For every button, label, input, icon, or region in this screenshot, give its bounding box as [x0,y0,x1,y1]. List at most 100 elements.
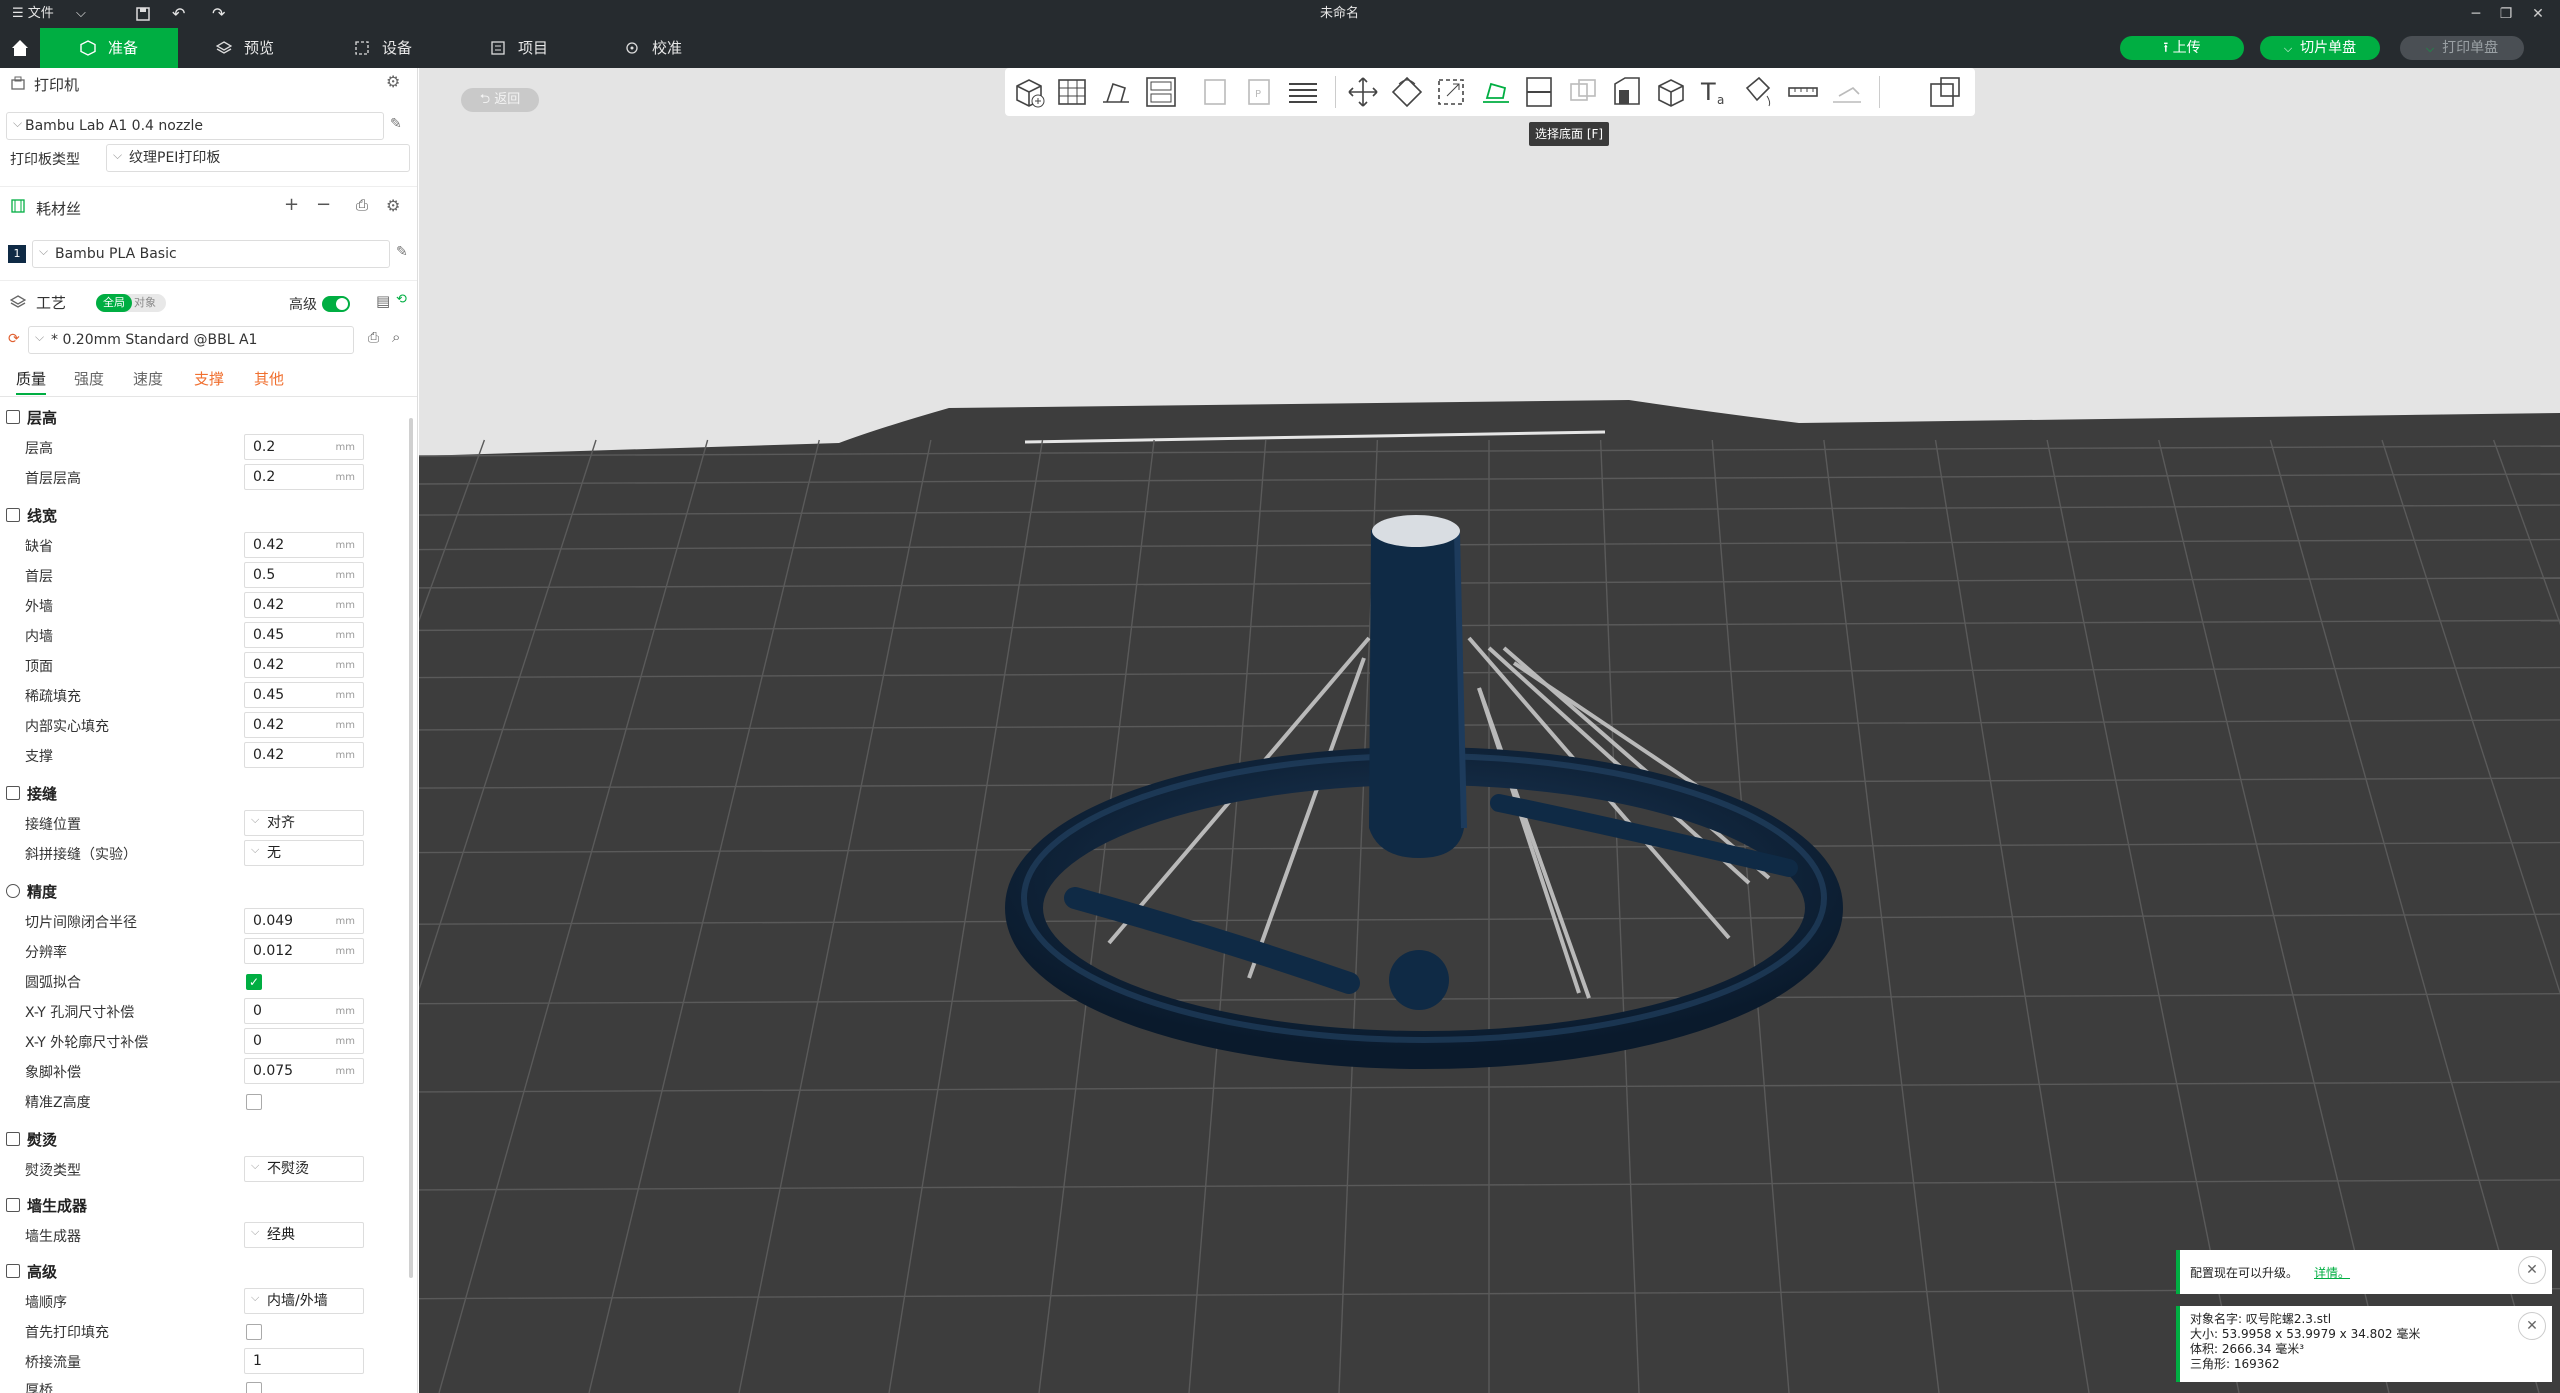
gear-icon[interactable]: ⚙ [386,196,400,215]
add-object-icon[interactable] [1011,74,1047,110]
printer-preset-select[interactable]: Bambu Lab A1 0.4 nozzle [6,110,384,140]
global-object-toggle[interactable]: 全局 对象 [96,294,166,312]
subtab-quality[interactable]: 质量 [16,368,47,395]
restore-icon[interactable]: ❐ [2496,4,2516,24]
slice-plate-button[interactable]: ⌵ 切片单盘 [2260,36,2380,60]
close-icon[interactable]: ✕ [2518,1256,2546,1284]
plate-type-select[interactable]: 纹理PEI打印板 [106,142,410,172]
subtab-strength[interactable]: 强度 [74,368,104,389]
subtab-speed[interactable]: 速度 [133,368,163,389]
lw-sparse-input[interactable]: 0.45 mm [244,682,364,708]
assembly-view-icon[interactable] [1927,74,1963,110]
filament-section-label: 耗材丝 [36,200,82,218]
cut-icon[interactable] [1521,74,1557,110]
scarf-seam-select[interactable]: 无 [244,838,364,866]
tab-prepare[interactable]: 准备 [40,28,178,68]
3d-viewport[interactable]: ⮌ 返回 选择底面 [F] [419,68,2560,1393]
tab-calibration[interactable]: 校准 [620,28,730,68]
setting-label: 桥接流量 [25,1355,81,1371]
elephant-foot-input[interactable]: 0.075 mm [244,1058,364,1084]
setting-xy-contour: X-Y 外轮廓尺寸补偿 0 mm [0,1026,410,1056]
remove-icon[interactable]: − [316,194,331,215]
split-parts-icon[interactable]: P [1241,74,1277,110]
arc-fitting-checkbox[interactable]: ✓ [246,974,262,990]
sync-icon[interactable]: ⎙ [356,196,368,214]
edit-icon[interactable]: ✎ [396,244,408,260]
xy-hole-input[interactable]: 0 mm [244,998,364,1024]
add-icon[interactable]: + [284,194,299,215]
upgrade-details-link[interactable]: 详情。 [2314,1264,2350,1281]
boolean-icon[interactable] [1565,74,1601,110]
filament-preset-select[interactable]: Bambu PLA Basic [32,238,390,268]
layer-height-input[interactable]: 0.2 mm [244,434,364,460]
lw-outer-input[interactable]: 0.42 mm [244,592,364,618]
minimize-icon[interactable]: ─ [2466,4,2486,24]
divider [0,396,417,397]
main-tab-bar: 准备 预览 设备 项目 校准 ⭱ 上传 ⌵ 切片单盘 ⌵ 打印单盘 [0,28,2560,68]
toggle-global[interactable]: 全局 [96,294,132,312]
gap-closing-input[interactable]: 0.049 mm [244,908,364,934]
gear-icon[interactable]: ⚙ [386,72,400,91]
sync-icon[interactable]: ⟲ [396,292,407,307]
assembly-icon[interactable] [1829,74,1865,110]
lw-first-input[interactable]: 0.5 mm [244,562,364,588]
process-preset-select[interactable]: * 0.20mm Standard @BBL A1 [28,324,354,354]
subtab-others[interactable]: 其他 [254,368,284,389]
bridge-flow-input[interactable]: 1 [244,1348,364,1374]
layer-editing-icon[interactable] [1285,74,1321,110]
lw-support-input[interactable]: 0.42 mm [244,742,364,768]
xy-contour-input[interactable]: 0 mm [244,1028,364,1054]
tab-prepare-label: 准备 [108,39,139,57]
toggle-object[interactable]: 对象 [134,294,156,312]
seam-paint-icon[interactable] [1653,74,1689,110]
ironing-type-select[interactable]: 不熨烫 [244,1154,364,1182]
search-icon[interactable]: ⌕ [392,328,400,346]
close-icon[interactable]: ✕ [2528,4,2548,24]
arrange-icon[interactable] [1143,74,1179,110]
close-icon[interactable]: ✕ [2518,1312,2546,1340]
infill-first-checkbox[interactable] [246,1324,262,1340]
file-menu[interactable]: ☰ 文件 ⌵ [12,0,86,28]
tab-device[interactable]: 设备 [346,28,456,68]
compare-icon[interactable]: ▤ [376,292,390,310]
lw-default-input[interactable]: 0.42 mm [244,532,364,558]
advanced-label: 高级 [289,297,317,313]
wall-order-select[interactable]: 内墙/外墙 [244,1286,364,1314]
scale-icon[interactable] [1433,74,1469,110]
undo-icon[interactable]: ↶ [172,0,185,28]
seam-icon [6,786,20,800]
move-icon[interactable] [1345,74,1381,110]
subtab-support[interactable]: 支撑 [194,368,224,389]
wall-generator-select[interactable]: 经典 [244,1220,364,1248]
first-layer-height-input[interactable]: 0.2 mm [244,464,364,490]
precise-z-checkbox[interactable] [246,1094,262,1110]
save-icon[interactable]: ⎙ [368,330,379,346]
add-plate-icon[interactable] [1055,74,1091,110]
advanced-switch[interactable] [322,296,350,312]
support-paint-icon[interactable] [1609,74,1645,110]
lw-top-input[interactable]: 0.42 mm [244,652,364,678]
lay-on-face-icon[interactable] [1477,74,1513,110]
tab-preview[interactable]: 预览 [210,28,320,68]
home-button[interactable] [0,28,40,68]
lw-solid-input[interactable]: 0.42 mm [244,712,364,738]
return-button[interactable]: ⮌ 返回 [461,88,539,112]
redo-icon[interactable]: ↷ [212,0,225,28]
reset-icon[interactable]: ⟳ [8,331,20,347]
edit-icon[interactable]: ✎ [390,116,402,132]
upload-button[interactable]: ⭱ 上传 [2120,36,2244,60]
filament-slot-badge[interactable]: 1 [8,245,26,263]
text-icon[interactable]: Ta [1697,74,1733,110]
tab-project[interactable]: 项目 [486,28,596,68]
measure-icon[interactable] [1785,74,1821,110]
seam-position-select[interactable]: 对齐 [244,808,364,836]
thick-bridge-checkbox[interactable] [246,1382,262,1393]
color-paint-icon[interactable] [1741,74,1777,110]
lw-inner-input[interactable]: 0.45 mm [244,622,364,648]
print-plate-button[interactable]: ⌵ 打印单盘 [2400,36,2524,60]
rotate-icon[interactable] [1389,74,1425,110]
split-objects-icon[interactable] [1197,74,1233,110]
save-icon[interactable] [136,7,150,21]
resolution-input[interactable]: 0.012 mm [244,938,364,964]
auto-orient-icon[interactable] [1099,74,1135,110]
